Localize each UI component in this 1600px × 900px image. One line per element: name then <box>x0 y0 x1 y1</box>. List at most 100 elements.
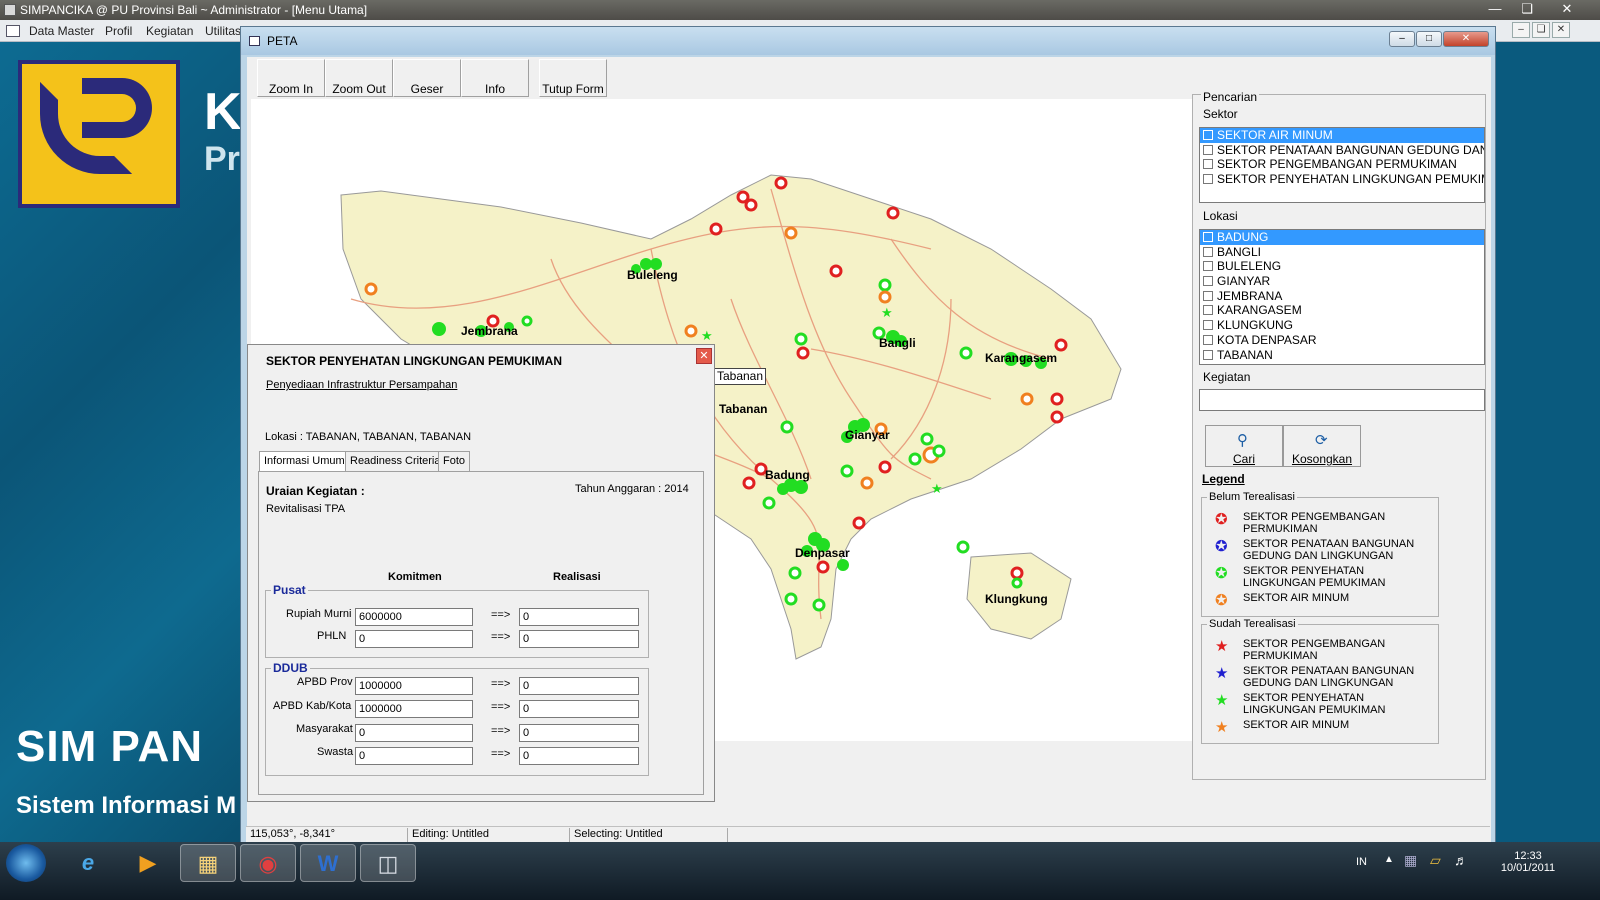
tray-chevron-icon[interactable]: ▲ <box>1384 854 1394 865</box>
info-title: SEKTOR PENYEHATAN LINGKUNGAN PEMUKIMAN <box>266 354 563 368</box>
peta-titlebar[interactable]: PETA – □ ✕ <box>241 27 1495 55</box>
mdi-minimize-icon[interactable]: – <box>1512 22 1530 38</box>
restore-icon[interactable]: ❏ <box>1512 0 1542 18</box>
menu-profil[interactable]: Profil <box>105 24 132 38</box>
tab-informasi-umum[interactable]: Informasi Umum <box>259 451 350 471</box>
star-marker-icon: ★ <box>1215 638 1229 655</box>
geser-button[interactable]: Geser <box>393 59 461 97</box>
lokasi-listbox[interactable]: BADUNG BANGLI BULELENG GIANYAR JEMBRANA … <box>1199 229 1485 365</box>
swasta-realisasi-field[interactable]: 0 <box>519 747 639 765</box>
place-label-gianyar: Gianyar <box>845 428 890 442</box>
database-icon: ◫ <box>377 851 399 876</box>
tray-volume-icon[interactable]: ♬ <box>1454 852 1468 868</box>
app-titlebar[interactable]: SIMPANCIKA @ PU Provinsi Bali ~ Administ… <box>0 0 1600 20</box>
background-app-name: SIM PAN <box>16 722 204 771</box>
lokasi-item[interactable]: KARANGASEM <box>1200 303 1484 318</box>
zoom-out-button[interactable]: Zoom Out <box>325 59 393 97</box>
swasta-label: Swasta <box>317 746 354 758</box>
peta-close-icon[interactable]: ✕ <box>1443 31 1489 47</box>
uraian-label: Uraian Kegiatan : <box>266 484 365 498</box>
lokasi-item[interactable]: BULELENG <box>1200 259 1484 274</box>
sektor-item-penataan-bangunan[interactable]: SEKTOR PENATAAN BANGUNAN GEDUNG DAN LING <box>1200 143 1484 158</box>
taskbar-chrome[interactable]: ◉ <box>240 844 296 882</box>
menu-data-master[interactable]: Data Master <box>29 24 94 38</box>
tahun-anggaran: Tahun Anggaran : 2014 <box>575 483 689 495</box>
taskbar-database-app[interactable]: ◫ <box>360 844 416 882</box>
zoom-in-button[interactable]: Zoom In <box>257 59 325 97</box>
tray-network-icon[interactable]: ▱ <box>1430 852 1441 869</box>
taskbar-ie[interactable]: e <box>60 844 116 882</box>
rupiah-murni-label: Rupiah Murni <box>286 608 352 620</box>
sektor-item-air-minum[interactable]: SEKTOR AIR MINUM <box>1200 128 1484 143</box>
mdi-close-icon[interactable]: ✕ <box>1552 22 1570 38</box>
refresh-icon: ⟳ <box>1315 432 1328 449</box>
taskbar-media-player[interactable]: ▶ <box>120 844 176 882</box>
app-icon <box>4 4 16 16</box>
apbd-kab-komitmen-field[interactable]: 1000000 <box>355 700 473 718</box>
legend-entry: SEKTOR PENGEMBANGAN PERMUKIMAN <box>1243 638 1386 662</box>
mdi-restore-icon[interactable]: ❏ <box>1532 22 1550 38</box>
tutup-form-button[interactable]: Tutup Form <box>539 59 607 97</box>
menu-kegiatan[interactable]: Kegiatan <box>146 24 193 38</box>
rupiah-murni-komitmen-field[interactable]: 6000000 <box>355 608 473 626</box>
sektor-item-penyehatan-lingkungan[interactable]: SEKTOR PENYEHATAN LINGKUNGAN PEMUKIMAN <box>1200 172 1484 187</box>
word-icon: W <box>317 851 339 876</box>
info-button[interactable]: Info <box>461 59 529 97</box>
lokasi-item[interactable]: KOTA DENPASAR <box>1200 333 1484 348</box>
kegiatan-input[interactable] <box>1199 389 1485 411</box>
tab-foto[interactable]: Foto <box>438 451 471 471</box>
apbd-prov-realisasi-field[interactable]: 0 <box>519 677 639 695</box>
clock[interactable]: 12:33 10/01/2011 <box>1496 850 1560 874</box>
selecting-status: Selecting: Untitled <box>570 828 728 842</box>
cari-button[interactable]: ⚲ Cari <box>1205 425 1283 467</box>
peta-minimize-icon[interactable]: – <box>1389 31 1415 47</box>
sektor-listbox[interactable]: SEKTOR AIR MINUM SEKTOR PENATAAN BANGUNA… <box>1199 127 1485 203</box>
tab-readiness-criteria[interactable]: Readiness Criteria <box>345 451 446 471</box>
minimize-icon[interactable]: — <box>1480 0 1510 18</box>
lokasi-item[interactable]: KLUNGKUNG <box>1200 318 1484 333</box>
apbd-prov-label: APBD Prov <box>297 676 353 688</box>
taskbar-word[interactable]: W <box>300 844 356 882</box>
legend-title: Legend <box>1202 472 1245 486</box>
circle-marker-icon: ✪ <box>1215 511 1228 528</box>
info-close-icon[interactable]: ✕ <box>696 348 712 364</box>
taskbar-explorer[interactable]: ▦ <box>180 844 236 882</box>
info-subtitle-link[interactable]: Penyediaan Infrastruktur Persampahan <box>266 379 457 391</box>
peta-maximize-icon[interactable]: □ <box>1416 31 1442 47</box>
masyarakat-komitmen-field[interactable]: 0 <box>355 724 473 742</box>
apbd-prov-komitmen-field[interactable]: 1000000 <box>355 677 473 695</box>
pu-logo <box>18 60 180 208</box>
svg-text:★: ★ <box>931 481 943 496</box>
phln-realisasi-field[interactable]: 0 <box>519 630 639 648</box>
kosongkan-button[interactable]: ⟳ Kosongkan <box>1283 425 1361 467</box>
rupiah-murni-realisasi-field[interactable]: 0 <box>519 608 639 626</box>
swasta-komitmen-field[interactable]: 0 <box>355 747 473 765</box>
taskbar: e ▶ ▦ ◉ W ◫ IN ▲ ▦ ▱ ♬ 12:33 10/01/2011 <box>0 842 1600 900</box>
lokasi-item[interactable]: BANGLI <box>1200 245 1484 260</box>
language-indicator[interactable]: IN <box>1356 856 1367 868</box>
lokasi-item[interactable]: GIANYAR <box>1200 274 1484 289</box>
media-player-icon: ▶ <box>139 850 157 875</box>
masyarakat-realisasi-field[interactable]: 0 <box>519 724 639 742</box>
tray-monitor-icon[interactable]: ▦ <box>1404 852 1417 869</box>
start-button[interactable] <box>6 844 46 882</box>
place-label-klungkung: Klungkung <box>985 592 1048 606</box>
lokasi-item[interactable]: BADUNG <box>1200 230 1484 245</box>
coordinates-readout: 115,053°, -8,341° <box>246 828 408 842</box>
phln-komitmen-field[interactable]: 0 <box>355 630 473 648</box>
mdi-window-icon[interactable] <box>6 25 20 37</box>
info-lokasi: Lokasi : TABANAN, TABANAN, TABANAN <box>265 431 472 443</box>
menu-utilitas[interactable]: Utilitas <box>205 24 241 38</box>
masyarakat-label: Masyarakat <box>296 723 353 735</box>
close-icon[interactable]: ✕ <box>1552 0 1582 18</box>
lokasi-item[interactable]: TABANAN <box>1200 348 1484 363</box>
ie-icon: e <box>81 850 95 875</box>
circle-marker-icon: ✪ <box>1215 538 1228 555</box>
lokasi-item[interactable]: JEMBRANA <box>1200 289 1484 304</box>
arrow: ==> <box>491 609 511 621</box>
sektor-item-pengembangan-permukiman[interactable]: SEKTOR PENGEMBANGAN PERMUKIMAN <box>1200 157 1484 172</box>
apbd-kab-realisasi-field[interactable]: 0 <box>519 700 639 718</box>
lokasi-label: Lokasi <box>1203 209 1238 223</box>
folder-icon: ▦ <box>197 851 219 876</box>
search-icon: ⚲ <box>1237 432 1248 449</box>
